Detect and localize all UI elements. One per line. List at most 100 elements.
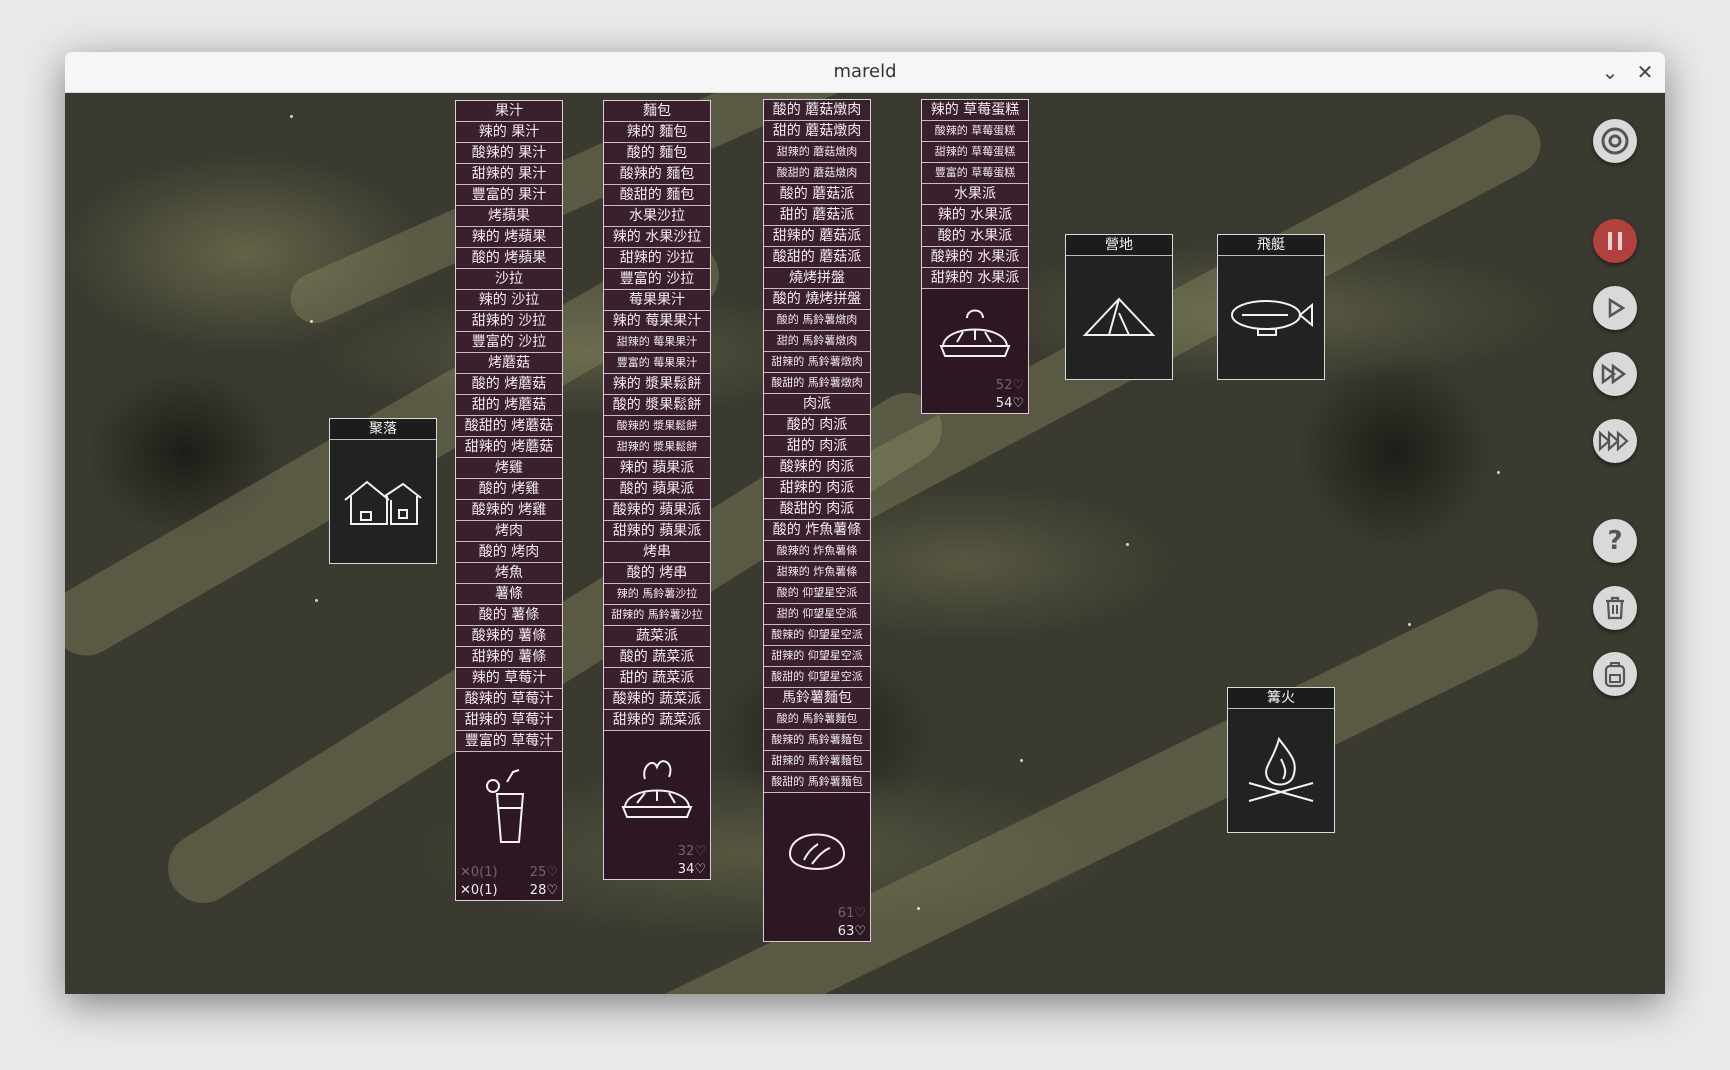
stack-row: 酸辣的 馬鈴薯麵包 [764,730,870,751]
stack-row: 沙拉 [456,269,562,290]
stack-row: 酸的 漿果鬆餅 [604,395,710,416]
stack-rows: 麵包 辣的 麵包 酸的 麵包 酸辣的 麵包 酸甜的 麵包 水果沙拉 辣的 水果沙拉 甜辣的 沙… [604,101,710,731]
stack-row: 辣的 漿果鬆餅 [604,374,710,395]
stack-row: 辣的 草莓汁 [456,668,562,689]
stack-row: 甜的 蔬菜派 [604,668,710,689]
fast-forward-icon [1601,363,1627,385]
stack-row: 甜的 蘑菇派 [764,205,870,226]
card-title: 篝火 [1228,688,1334,709]
stack-ghost-info: ✕0(1) 25♡ [456,864,562,882]
stack-rows: 果汁 辣的 果汁 酸辣的 果汁 甜辣的 果汁 豐富的 果汁 烤蘋果 辣的 烤蘋果 酸的 烤蘋果… [456,101,562,752]
stack-row: 酸辣的 蘋果派 [604,500,710,521]
stack-row: 酸辣的 炸魚薯條 [764,541,870,562]
fast-forward-button[interactable] [1593,352,1637,396]
stack-row: 酸的 蘑菇燉肉 [764,100,870,121]
trash-button[interactable] [1593,586,1637,630]
stack-ghost-info: 61♡ [764,905,870,923]
stack-count: ✕0(1) [460,883,498,898]
stack-row: 辣的 莓果果汁 [604,311,710,332]
backpack-icon [1604,662,1626,688]
stack-row: 甜辣的 蘋果派 [604,521,710,542]
stack-footer: 52♡ 54♡ [922,289,1028,413]
stack-row: 甜辣的 馬鈴薯麵包 [764,751,870,772]
stack-row: 甜辣的 馬鈴薯燉肉 [764,352,870,373]
stack-row: 甜辣的 烤蘑菇 [456,437,562,458]
card-camp[interactable]: 營地 [1065,234,1173,380]
stack-row: 豐富的 沙拉 [456,332,562,353]
card-village[interactable]: 聚落 [329,418,437,564]
stack-row: 辣的 烤蘋果 [456,227,562,248]
stack-row: 辣的 蘋果派 [604,458,710,479]
stack-row: 酸的 烤蘑菇 [456,374,562,395]
background-band [798,104,1552,542]
stack-row: 酸的 馬鈴薯麵包 [764,709,870,730]
stack-row: 酸辣的 草莓汁 [456,689,562,710]
firefly-dot [310,320,313,323]
stack-row: 酸辣的 薯條 [456,626,562,647]
stack-row: 酸的 麵包 [604,143,710,164]
stack-row: 酸辣的 水果派 [922,247,1028,268]
stack-row: 甜的 蘑菇燉肉 [764,121,870,142]
stack-row: 甜辣的 果汁 [456,164,562,185]
firefly-dot [917,907,920,910]
card-bonfire[interactable]: 篝火 [1227,687,1335,833]
stack-row: 酸的 蔬菜派 [604,647,710,668]
stack-row: 酸的 水果派 [922,226,1028,247]
firefly-dot [1126,543,1129,546]
help-button[interactable]: ? [1593,519,1637,563]
stack-juice[interactable]: 果汁 辣的 果汁 酸辣的 果汁 甜辣的 果汁 豐富的 果汁 烤蘋果 辣的 烤蘋果 酸的 烤蘋果… [455,100,563,901]
ghost-right-value: 32♡ [677,844,706,859]
card-title: 飛艇 [1218,235,1324,256]
game-window: mareld ⌄ ✕ 聚落 果汁 辣的 果汁 酸辣的 果汁 甜辣的 果汁 豐富的… [65,52,1665,994]
stack-row: 酸甜的 仰望星空派 [764,667,870,688]
close-icon[interactable]: ✕ [1630,52,1660,92]
play-icon [1608,297,1626,319]
stack-row: 辣的 草莓蛋糕 [922,100,1028,121]
chevron-down-icon[interactable]: ⌄ [1595,52,1625,92]
stack-row: 甜辣的 草莓汁 [456,710,562,731]
stack-row: 甜辣的 草莓蛋糕 [922,142,1028,163]
settings-button[interactable] [1593,119,1637,163]
backpack-button[interactable] [1593,652,1637,696]
juice-glass-icon [456,752,562,864]
stack-footer: 61♡ 63♡ [764,793,870,941]
ghost-right-value: 25♡ [529,865,558,880]
firefly-dot [1020,759,1023,762]
stack-row: 酸的 蘋果派 [604,479,710,500]
stack-row: 甜辣的 肉派 [764,478,870,499]
stack-hearts: 63♡ [837,924,866,939]
stack-row: 酸甜的 肉派 [764,499,870,520]
firefly-dot [1408,623,1411,626]
stack-row: 甜的 烤蘑菇 [456,395,562,416]
stack-stew[interactable]: 酸的 蘑菇燉肉 甜的 蘑菇燉肉 甜辣的 蘑菇燉肉 酸甜的 蘑菇燉肉 酸的 蘑菇派 甜的 蘑… [763,99,871,942]
stack-row: 酸甜的 麵包 [604,185,710,206]
stack-row: 酸甜的 烤蘑菇 [456,416,562,437]
fastest-forward-button[interactable] [1593,419,1637,463]
stack-cake[interactable]: 辣的 草莓蛋糕 酸辣的 草莓蛋糕 甜辣的 草莓蛋糕 豐富的 草莓蛋糕 水果派 辣的 水果派… [921,99,1029,414]
stack-row: 酸的 馬鈴薯燉肉 [764,310,870,331]
card-title: 聚落 [330,419,436,440]
stack-info: 34♡ [604,861,710,879]
stack-row: 甜辣的 莓果果汁 [604,332,710,353]
stack-row: 酸的 蘑菇派 [764,184,870,205]
stack-row: 甜辣的 漿果鬆餅 [604,437,710,458]
stack-row: 辣的 馬鈴薯沙拉 [604,584,710,605]
stack-row: 烤蘑菇 [456,353,562,374]
stack-row: 酸甜的 馬鈴薯麵包 [764,772,870,793]
stack-row: 甜辣的 薯條 [456,647,562,668]
airship-icon [1218,256,1324,379]
stack-bread[interactable]: 麵包 辣的 麵包 酸的 麵包 酸辣的 麵包 酸甜的 麵包 水果沙拉 辣的 水果沙拉 甜辣的 沙… [603,100,711,880]
game-board[interactable]: 聚落 果汁 辣的 果汁 酸辣的 果汁 甜辣的 果汁 豐富的 果汁 烤蘋果 辣的 烤蘋果 酸的 … [65,93,1665,994]
stack-row: 甜辣的 沙拉 [604,248,710,269]
stack-row: 酸辣的 肉派 [764,457,870,478]
stack-info: 63♡ [764,923,870,941]
play-button[interactable] [1593,286,1637,330]
stack-row: 酸甜的 馬鈴薯燉肉 [764,373,870,394]
stack-row: 甜辣的 水果派 [922,268,1028,289]
settings-icon [1601,127,1629,155]
stack-row: 甜辣的 炸魚薯條 [764,562,870,583]
pause-button[interactable] [1593,219,1637,263]
pause-icon [1608,232,1622,250]
stack-row: 肉派 [764,394,870,415]
card-airship[interactable]: 飛艇 [1217,234,1325,380]
